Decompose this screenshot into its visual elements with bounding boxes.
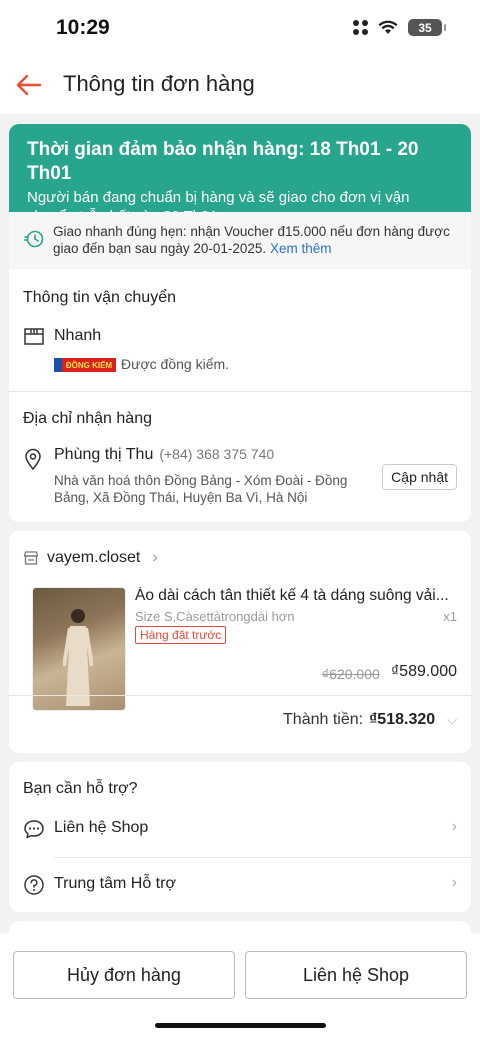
back-arrow-icon[interactable]	[14, 70, 44, 100]
shop-name: vayem.closet	[47, 549, 141, 566]
product-photo-figure	[63, 609, 93, 706]
location-pin-icon	[25, 448, 41, 470]
chevron-right-icon: ›	[152, 549, 158, 566]
cancel-order-button[interactable]: Hủy đơn hàng	[13, 951, 235, 999]
help-center-row[interactable]: Trung tâm Hỗ trợ ›	[9, 858, 471, 912]
shipping-info-title: Thông tin vận chuyển	[23, 289, 176, 306]
order-info-card: Thời gian đảm bảo nhận hàng: 18 Th01 - 2…	[9, 124, 471, 522]
co-check-text: Được đồng kiểm.	[121, 356, 230, 372]
see-more-link[interactable]: Xem thêm	[270, 241, 332, 256]
page-title: Thông tin đơn hàng	[63, 71, 255, 96]
chevron-down-icon: ⌵	[447, 712, 457, 727]
help-icon	[24, 875, 44, 895]
chevron-right-icon: ›	[451, 818, 457, 835]
contact-shop-label: Liên hệ Shop	[54, 819, 149, 836]
product-variant: Size S,Càsettàtrongdài hơn	[135, 609, 295, 624]
wifi-icon	[378, 20, 398, 34]
shipping-info-section: Thông tin vận chuyển Nhanh ĐỒNG KIỂM Đượ…	[9, 269, 471, 391]
co-check-badge: ĐỒNG KIỂM	[54, 358, 116, 372]
support-card: Bạn cần hỗ trợ? Liên hệ Shop › Trung tâm…	[9, 762, 471, 912]
status-time: 10:29	[56, 16, 110, 39]
fast-delivery-notice: Giao nhanh đúng hẹn: nhận Voucher đ15.00…	[9, 212, 471, 269]
address-title: Địa chỉ nhận hàng	[23, 410, 152, 427]
status-bar: 10:29 35	[0, 0, 480, 56]
delivery-guarantee-banner: Thời gian đảm bảo nhận hàng: 18 Th01 - 2…	[9, 124, 471, 225]
update-address-button[interactable]: Cập nhật	[382, 464, 457, 490]
order-total-row[interactable]: Thành tiền: ₫518.320 ⌵	[283, 711, 457, 729]
clock-fast-icon	[24, 230, 44, 248]
shipping-method: Nhanh	[54, 327, 102, 344]
contact-shop-button[interactable]: Liên hệ Shop	[245, 951, 467, 999]
recipient-row: Phùng thị Thu (+84) 368 375 740	[54, 446, 274, 464]
address-section: Địa chỉ nhận hàng Phùng thị Thu (+84) 368…	[9, 392, 471, 522]
shop-name-row[interactable]: vayem.closet ›	[23, 549, 158, 567]
page-header: Thông tin đơn hàng	[0, 56, 480, 114]
total-value: ₫518.320	[369, 711, 436, 728]
support-title: Bạn cần hỗ trợ?	[23, 780, 138, 797]
chevron-right-icon: ›	[451, 874, 457, 891]
home-indicator	[155, 1023, 326, 1028]
delivery-guarantee-title: Thời gian đảm bảo nhận hàng: 18 Th01 - 2…	[27, 139, 419, 184]
help-center-label: Trung tâm Hỗ trợ	[54, 875, 176, 892]
product-quantity: x1	[443, 609, 457, 624]
product-thumbnail[interactable]	[32, 587, 126, 711]
store-icon	[23, 551, 39, 565]
battery-icon: 35	[408, 19, 446, 36]
signal-dots-icon	[353, 20, 368, 35]
address-line: Nhà văn hoá thôn Đồng Bảng - Xóm Đoài - …	[54, 473, 348, 505]
original-price: ₫620.000	[322, 666, 380, 682]
shop-product-card: vayem.closet › Áo dài cách tân thiết kế …	[9, 531, 471, 753]
box-icon	[24, 328, 44, 345]
divider	[9, 695, 471, 696]
bottom-action-bar: Hủy đơn hàng Liên hệ Shop	[0, 933, 480, 1038]
sale-price: ₫589.000	[390, 663, 457, 680]
product-name[interactable]: Áo dài cách tân thiết kế 4 tà dáng suông…	[135, 587, 465, 605]
total-label: Thành tiền:	[283, 711, 364, 728]
recipient-phone: (+84) 368 375 740	[159, 446, 275, 462]
status-icons: 35	[353, 19, 446, 36]
chat-icon	[24, 820, 44, 839]
contact-shop-row[interactable]: Liên hệ Shop ›	[9, 802, 471, 856]
fast-delivery-text: Giao nhanh đúng hẹn: nhận Voucher đ15.00…	[53, 224, 450, 256]
recipient-name: Phùng thị Thu	[54, 446, 154, 463]
preorder-tag: Hàng đặt trước	[135, 626, 227, 644]
